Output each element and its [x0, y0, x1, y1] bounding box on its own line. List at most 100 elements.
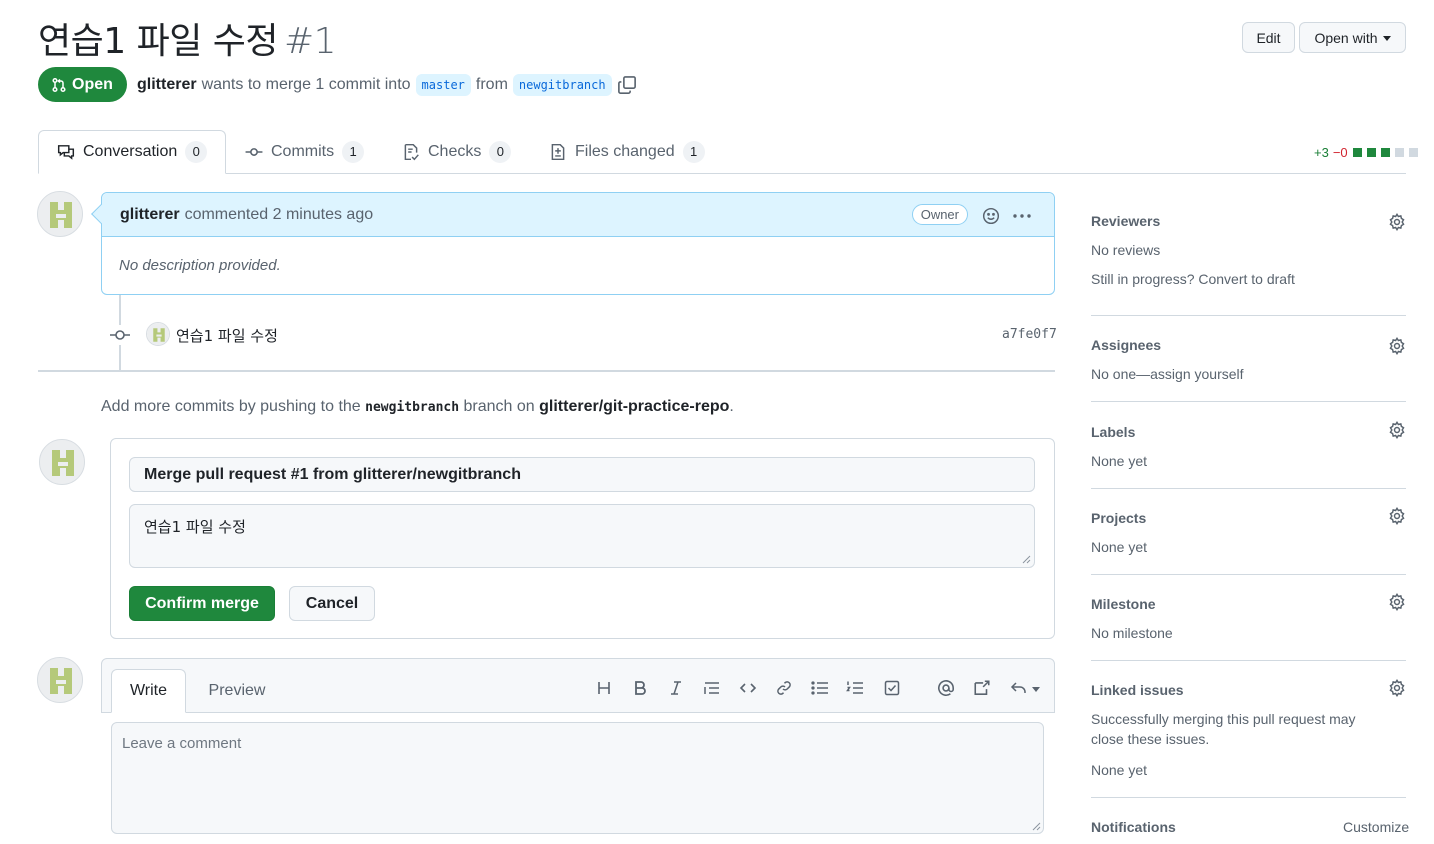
bold-icon[interactable] — [628, 677, 652, 699]
checklist-icon — [404, 143, 419, 161]
avatar[interactable] — [37, 657, 83, 703]
smiley-icon[interactable] — [982, 207, 1000, 225]
italic-icon[interactable] — [664, 677, 688, 699]
confirm-merge-button[interactable]: Confirm merge — [129, 586, 275, 621]
meta-text: wants to merge 1 commit into — [201, 76, 411, 93]
unordered-list-icon[interactable] — [808, 677, 832, 699]
comment-body: No description provided. — [119, 257, 281, 274]
linked-issues-title[interactable]: Linked issues — [1091, 682, 1184, 698]
cross-reference-icon[interactable] — [970, 677, 994, 699]
diffstat-deletions: −0 — [1332, 145, 1348, 160]
pr-title-text: 연습1 파일 수정 — [38, 21, 279, 62]
edit-button[interactable]: Edit — [1242, 22, 1295, 53]
repo-link[interactable]: glitterer/git-practice-repo — [539, 398, 729, 415]
diffstat-block — [1380, 148, 1390, 157]
quote-icon[interactable] — [700, 677, 724, 699]
cancel-button[interactable]: Cancel — [289, 586, 375, 621]
caret-down-icon — [1382, 36, 1391, 41]
labels-title[interactable]: Labels — [1091, 424, 1135, 440]
gear-icon[interactable] — [1388, 593, 1406, 611]
resize-handle-icon[interactable] — [1031, 821, 1041, 831]
tab-label: Checks — [428, 143, 482, 160]
tab-label: Commits — [271, 143, 335, 160]
commit-avatar[interactable] — [146, 322, 170, 346]
tab-counter: 1 — [682, 141, 705, 163]
milestone-value: No milestone — [1091, 625, 1173, 641]
tab-commits[interactable]: Commits 1 — [245, 130, 365, 174]
gear-icon[interactable] — [1388, 507, 1406, 525]
merge-title-input[interactable]: Merge pull request #1 from glitterer/new… — [129, 457, 1035, 492]
linked-issues-description: Successfully merging this pull request m… — [1091, 711, 1356, 747]
push-hint: Add more commits by pushing to the newgi… — [101, 398, 734, 416]
sidebar-divider — [1091, 797, 1406, 798]
tab-counter: 1 — [342, 141, 365, 163]
tab-counter: 0 — [185, 141, 208, 163]
gear-icon[interactable] — [1388, 421, 1406, 439]
sidebar-divider — [1091, 401, 1406, 402]
undo-dropdown[interactable] — [1008, 677, 1042, 699]
copy-icon[interactable] — [617, 75, 637, 95]
tab-files-changed[interactable]: Files changed 1 — [549, 130, 705, 174]
convert-to-draft-link[interactable]: Still in progress? Convert to draft — [1091, 269, 1295, 289]
tab-label: Files changed — [575, 143, 675, 160]
pr-number: #1 — [284, 21, 337, 62]
assignees-title[interactable]: Assignees — [1091, 337, 1161, 353]
reviewers-title[interactable]: Reviewers — [1091, 213, 1160, 229]
avatar[interactable] — [37, 191, 83, 237]
reviewers-value: No reviews — [1091, 242, 1161, 258]
projects-title[interactable]: Projects — [1091, 510, 1146, 526]
author-link[interactable]: glitterer — [137, 76, 197, 94]
hint-middle: branch on — [463, 398, 535, 415]
file-diff-icon — [551, 143, 565, 161]
conversation-icon — [57, 145, 75, 160]
hint-suffix: . — [729, 398, 734, 415]
merge-message-text: 연습1 파일 수정 — [144, 518, 246, 536]
owner-badge: Owner — [911, 204, 968, 225]
comment-meta[interactable]: commented 2 minutes ago — [185, 206, 374, 224]
link-icon[interactable] — [772, 677, 796, 699]
gear-icon[interactable] — [1388, 679, 1406, 697]
linked-issues-value: None yet — [1091, 762, 1148, 778]
tab-write[interactable]: Write — [111, 669, 186, 713]
tab-preview[interactable]: Preview — [196, 669, 278, 713]
comment-author[interactable]: glitterer — [120, 206, 180, 224]
comment-card: glitterer commented 2 minutes ago Owner … — [91, 192, 1055, 295]
pr-meta: glitterer wants to merge 1 commit into m… — [137, 74, 637, 96]
caret-down-icon — [1032, 686, 1040, 692]
commit-sha[interactable]: a7fe0f7 — [1002, 327, 1057, 342]
tab-counter: 0 — [489, 141, 512, 163]
head-branch[interactable]: newgitbranch — [512, 74, 612, 96]
customize-link[interactable]: Customize — [1343, 817, 1409, 837]
gear-icon[interactable] — [1388, 337, 1406, 355]
kebab-horizontal-icon[interactable] — [1012, 207, 1032, 225]
diffstat-block — [1394, 148, 1404, 157]
gear-icon[interactable] — [1388, 213, 1406, 231]
commit-icon — [245, 148, 263, 156]
heading-icon[interactable] — [592, 677, 616, 699]
comment-input[interactable]: Leave a comment — [111, 722, 1044, 834]
diffstat: +3 −0 — [1314, 145, 1418, 160]
code-icon[interactable] — [736, 677, 760, 699]
milestone-title[interactable]: Milestone — [1091, 596, 1156, 612]
merge-message-input[interactable]: 연습1 파일 수정 — [129, 504, 1035, 568]
hint-prefix: Add more commits by pushing to the — [101, 398, 361, 415]
meta-from: from — [475, 76, 508, 93]
base-branch[interactable]: master — [415, 74, 471, 96]
assign-yourself-link[interactable]: No one—assign yourself — [1091, 364, 1244, 384]
sidebar-divider — [1091, 488, 1406, 489]
projects-value: None yet — [1091, 539, 1148, 555]
tab-checks[interactable]: Checks 0 — [402, 130, 512, 174]
avatar[interactable] — [39, 439, 85, 485]
open-with-label: Open with — [1314, 29, 1378, 46]
open-with-button[interactable]: Open with — [1299, 22, 1406, 53]
commit-message[interactable]: 연습1 파일 수정 — [176, 325, 278, 346]
reply-icon — [1010, 682, 1026, 693]
notifications-title: Notifications — [1091, 819, 1176, 835]
resize-handle-icon[interactable] — [1021, 554, 1031, 564]
comment-header: glitterer commented 2 minutes ago Owner — [102, 193, 1054, 237]
mention-icon[interactable] — [934, 677, 958, 699]
ordered-list-icon[interactable] — [843, 677, 867, 699]
tab-conversation[interactable]: Conversation 0 — [38, 130, 226, 174]
task-list-icon[interactable] — [880, 677, 904, 699]
tab-label: Conversation — [83, 143, 178, 160]
